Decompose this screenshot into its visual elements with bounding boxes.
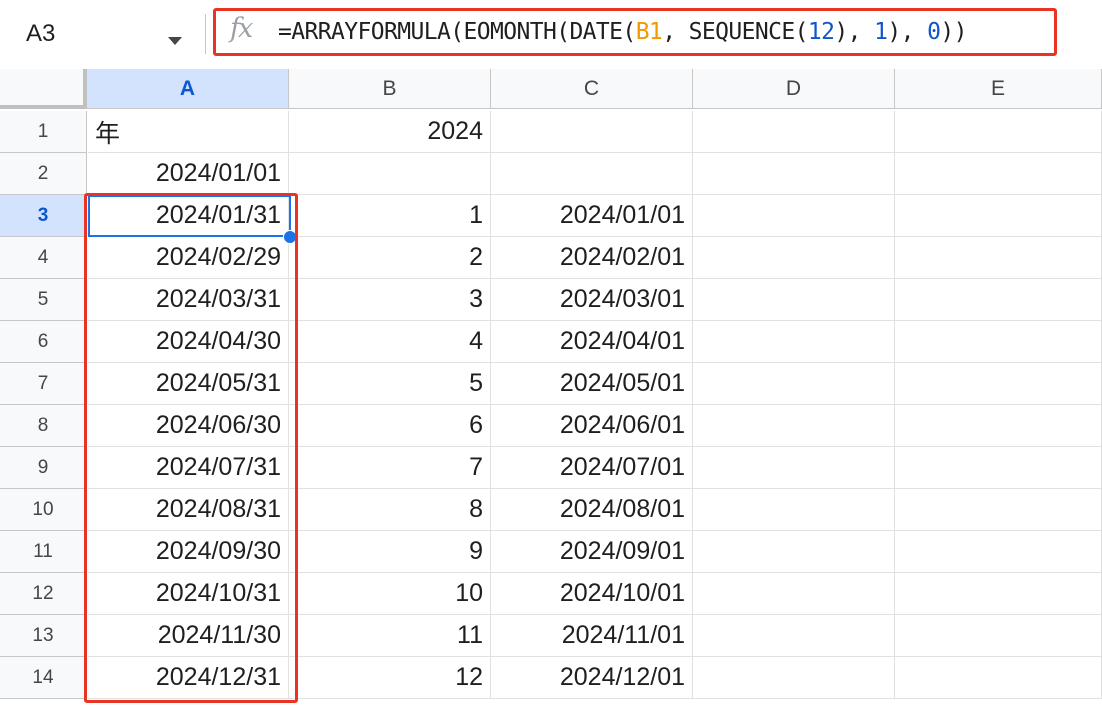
column-header-c[interactable]: C <box>491 69 693 109</box>
cell-b3[interactable]: 1 <box>289 195 491 237</box>
cell-d2[interactable] <box>693 153 895 195</box>
cell-d14[interactable] <box>693 657 895 699</box>
cell-e2[interactable] <box>895 153 1102 195</box>
cell-a1[interactable]: 年 <box>88 111 289 153</box>
row-header[interactable]: 4 <box>0 237 87 279</box>
formula-bar-divider <box>205 14 206 54</box>
cell-b7[interactable]: 5 <box>289 363 491 405</box>
name-box-value: A3 <box>26 20 56 47</box>
cell-b2[interactable] <box>289 153 491 195</box>
cell-b14[interactable]: 12 <box>289 657 491 699</box>
cell-d13[interactable] <box>693 615 895 657</box>
cell-b12[interactable]: 10 <box>289 573 491 615</box>
cell-e8[interactable] <box>895 405 1102 447</box>
cell-a12[interactable]: 2024/10/31 <box>88 573 289 615</box>
cell-c7[interactable]: 2024/05/01 <box>491 363 693 405</box>
formula-highlight-box <box>213 8 1057 56</box>
cell-c12[interactable]: 2024/10/01 <box>491 573 693 615</box>
cell-b6[interactable]: 4 <box>289 321 491 363</box>
cell-a4[interactable]: 2024/02/29 <box>88 237 289 279</box>
cell-d4[interactable] <box>693 237 895 279</box>
name-box[interactable]: A3 <box>0 8 196 60</box>
cell-a14[interactable]: 2024/12/31 <box>88 657 289 699</box>
row-header[interactable]: 10 <box>0 489 87 531</box>
cell-a13[interactable]: 2024/11/30 <box>88 615 289 657</box>
cell-b13[interactable]: 11 <box>289 615 491 657</box>
cell-c13[interactable]: 2024/11/01 <box>491 615 693 657</box>
cell-a2[interactable]: 2024/01/01 <box>88 153 289 195</box>
cell-b8[interactable]: 6 <box>289 405 491 447</box>
cell-c8[interactable]: 2024/06/01 <box>491 405 693 447</box>
cell-a7[interactable]: 2024/05/31 <box>88 363 289 405</box>
cell-b10[interactable]: 8 <box>289 489 491 531</box>
cell-c10[interactable]: 2024/08/01 <box>491 489 693 531</box>
cell-e13[interactable] <box>895 615 1102 657</box>
cell-a8[interactable]: 2024/06/30 <box>88 405 289 447</box>
cell-d7[interactable] <box>693 363 895 405</box>
cell-c4[interactable]: 2024/02/01 <box>491 237 693 279</box>
cell-b11[interactable]: 9 <box>289 531 491 573</box>
cell-b4[interactable]: 2 <box>289 237 491 279</box>
cell-e1[interactable] <box>895 111 1102 153</box>
row-header[interactable]: 1 <box>0 111 87 153</box>
row-header[interactable]: 8 <box>0 405 87 447</box>
row-header[interactable]: 12 <box>0 573 87 615</box>
cell-e9[interactable] <box>895 447 1102 489</box>
cell-c6[interactable]: 2024/04/01 <box>491 321 693 363</box>
cell-d12[interactable] <box>693 573 895 615</box>
row-header[interactable]: 11 <box>0 531 87 573</box>
column-header-b[interactable]: B <box>289 69 491 109</box>
row-header[interactable]: 3 <box>0 195 87 237</box>
column-header-e[interactable]: E <box>895 69 1102 109</box>
formula-bar: A3 fx =ARRAYFORMULA(EOMONTH(DATE(B1, SEQ… <box>0 0 1102 70</box>
cell-e12[interactable] <box>895 573 1102 615</box>
row-header[interactable]: 14 <box>0 657 87 699</box>
cell-e6[interactable] <box>895 321 1102 363</box>
cell-e3[interactable] <box>895 195 1102 237</box>
cell-c11[interactable]: 2024/09/01 <box>491 531 693 573</box>
row-header[interactable]: 6 <box>0 321 87 363</box>
cell-c14[interactable]: 2024/12/01 <box>491 657 693 699</box>
cell-a9[interactable]: 2024/07/31 <box>88 447 289 489</box>
cell-e10[interactable] <box>895 489 1102 531</box>
row-header[interactable]: 13 <box>0 615 87 657</box>
cell-d11[interactable] <box>693 531 895 573</box>
chevron-down-icon[interactable] <box>168 37 182 45</box>
cell-d5[interactable] <box>693 279 895 321</box>
cell-d9[interactable] <box>693 447 895 489</box>
row-header[interactable]: 2 <box>0 153 87 195</box>
cell-d3[interactable] <box>693 195 895 237</box>
cell-b5[interactable]: 3 <box>289 279 491 321</box>
column-header-a[interactable]: A <box>87 69 289 109</box>
row-header[interactable]: 9 <box>0 447 87 489</box>
row-header[interactable]: 5 <box>0 279 87 321</box>
cell-c3[interactable]: 2024/01/01 <box>491 195 693 237</box>
cell-b9[interactable]: 7 <box>289 447 491 489</box>
cell-c1[interactable] <box>491 111 693 153</box>
cell-a6[interactable]: 2024/04/30 <box>88 321 289 363</box>
cell-a5[interactable]: 2024/03/31 <box>88 279 289 321</box>
cell-d8[interactable] <box>693 405 895 447</box>
cell-c2[interactable] <box>491 153 693 195</box>
cell-c5[interactable]: 2024/03/01 <box>491 279 693 321</box>
fill-handle[interactable] <box>283 230 297 244</box>
cell-d1[interactable] <box>693 111 895 153</box>
cell-e7[interactable] <box>895 363 1102 405</box>
cell-e11[interactable] <box>895 531 1102 573</box>
cell-e4[interactable] <box>895 237 1102 279</box>
column-header-d[interactable]: D <box>693 69 895 109</box>
cell-e5[interactable] <box>895 279 1102 321</box>
cell-a10[interactable]: 2024/08/31 <box>88 489 289 531</box>
cell-a3[interactable]: 2024/01/31 <box>88 195 289 237</box>
cell-b1[interactable]: 2024 <box>289 111 491 153</box>
cell-d6[interactable] <box>693 321 895 363</box>
cell-e14[interactable] <box>895 657 1102 699</box>
cell-d10[interactable] <box>693 489 895 531</box>
select-all-corner[interactable] <box>0 69 87 109</box>
cell-c9[interactable]: 2024/07/01 <box>491 447 693 489</box>
row-header[interactable]: 7 <box>0 363 87 405</box>
cell-a11[interactable]: 2024/09/30 <box>88 531 289 573</box>
